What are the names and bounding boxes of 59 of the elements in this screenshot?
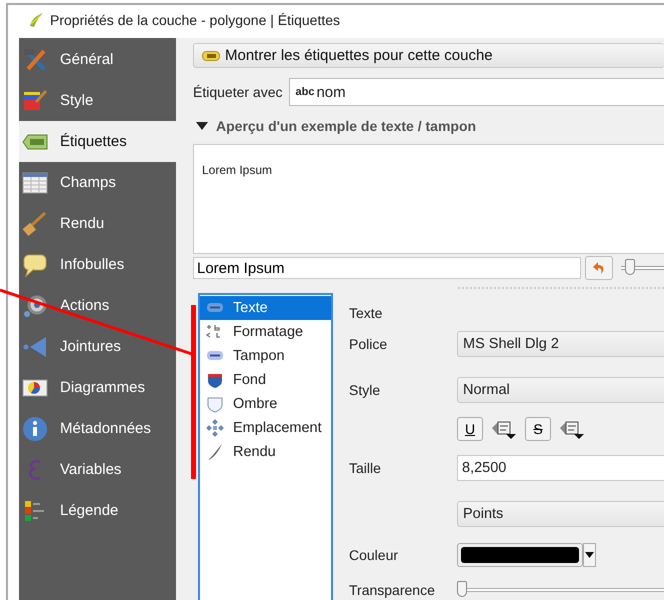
list-item[interactable]: Tampon <box>200 344 331 368</box>
sidebar-item[interactable]: Infobulles <box>19 244 176 285</box>
label-icon <box>202 50 220 60</box>
sidebar-icon <box>22 416 48 442</box>
override-icon[interactable] <box>559 419 585 439</box>
slider-thumb[interactable] <box>457 581 467 597</box>
dropdown[interactable]: Normal <box>457 377 664 403</box>
undo-icon <box>592 261 606 275</box>
field-label: Style <box>349 382 382 398</box>
sidebar-item[interactable]: Champs <box>19 162 176 203</box>
list-item[interactable]: Texte <box>200 296 331 320</box>
input-field[interactable]: abc nom <box>288 78 664 106</box>
field-label: Couleur <box>349 547 400 563</box>
sidebar-item[interactable]: Diagrammes <box>19 367 176 408</box>
list-item[interactable]: Fond <box>200 368 331 392</box>
sidebar-item[interactable]: Général <box>19 39 176 80</box>
underline-button[interactable]: U <box>457 417 483 441</box>
override-icon[interactable] <box>491 419 517 439</box>
collapse-arrow-icon[interactable] <box>196 122 208 130</box>
sidebar-item[interactable]: Métadonnées <box>19 408 176 449</box>
strikethrough-button[interactable]: S <box>525 417 551 441</box>
app-icon <box>28 12 44 28</box>
field-label: Police <box>349 336 388 352</box>
input-field[interactable]: 8,2500 <box>457 455 664 481</box>
section-title: Aperçu d'un exemple de texte / tampon <box>216 118 476 134</box>
section-header[interactable]: Aperçu d'un exemple de texte / tampon <box>196 118 664 134</box>
sidebar-icon <box>22 252 48 278</box>
preview-text: Lorem Ipsum <box>202 163 272 177</box>
sidebar-icon <box>22 46 48 72</box>
sidebar-item[interactable]: Jointures <box>19 326 176 367</box>
field-label: Transparence <box>349 582 436 598</box>
sidebar-icon <box>22 210 48 236</box>
dropdown[interactable]: MS Shell Dlg 2 <box>457 331 664 357</box>
show-labels-button[interactable]: Montrer les étiquettes pour cette couche <box>193 43 664 68</box>
sidebar-item[interactable]: Style <box>19 80 176 121</box>
list-item[interactable]: Formatage <box>200 320 331 344</box>
input-field[interactable]: Lorem Ipsum <box>193 257 581 279</box>
section-icon <box>206 395 224 413</box>
sidebar-item[interactable]: Rendu <box>19 203 176 244</box>
section-icon <box>206 419 224 437</box>
field-label: Taille <box>349 460 382 476</box>
field-label: Étiqueter avec <box>193 84 282 100</box>
sidebar-item[interactable]: Variables <box>19 449 176 490</box>
dropdown[interactable]: Points <box>457 501 664 527</box>
section-icon <box>206 443 224 461</box>
sidebar-icon <box>22 170 48 196</box>
sidebar-icon <box>22 292 48 318</box>
list-item[interactable]: Rendu <box>200 440 331 464</box>
list-item[interactable]: Ombre <box>200 392 331 416</box>
color-button[interactable] <box>457 543 583 567</box>
window-title: Propriétés de la couche - polygone | Étiquettes <box>50 12 340 28</box>
sidebar-item[interactable]: Légende <box>19 490 176 531</box>
section-icon <box>206 371 224 389</box>
section-title: Texte <box>349 305 382 321</box>
reset-button[interactable] <box>585 256 613 280</box>
list-item[interactable]: Emplacement <box>200 416 331 440</box>
sidebar-item[interactable]: Étiquettes <box>19 121 176 162</box>
sidebar-item[interactable]: Actions <box>19 285 176 326</box>
slider-thumb[interactable] <box>625 259 636 275</box>
